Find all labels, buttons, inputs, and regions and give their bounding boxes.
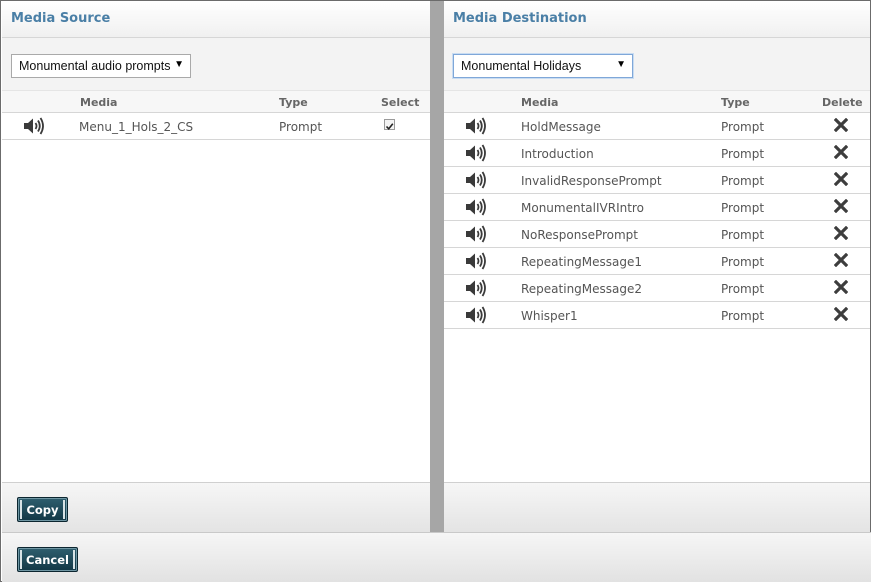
media-type: Prompt <box>721 174 765 188</box>
cancel-button-label: Cancel <box>26 553 69 567</box>
column-media: Media <box>521 96 559 109</box>
speaker-icon[interactable] <box>23 117 45 135</box>
speaker-icon[interactable] <box>465 198 487 216</box>
media-destination-select-value: Monumental Holidays <box>461 59 582 73</box>
table-row[interactable]: HoldMessage Prompt <box>444 113 870 140</box>
media-type: Prompt <box>721 228 765 242</box>
speaker-icon[interactable] <box>465 117 487 135</box>
media-destination-footer <box>444 482 870 532</box>
media-destination-panel: Media Destination Monumental Holidays ▼ … <box>444 1 870 532</box>
media-name: InvalidResponsePrompt <box>521 174 662 188</box>
media-destination-select-area: Monumental Holidays ▼ <box>444 38 870 90</box>
table-row[interactable]: RepeatingMessage1 Prompt <box>444 248 870 275</box>
media-destination-select[interactable]: Monumental Holidays ▼ <box>453 54 633 78</box>
column-type: Type <box>279 96 308 109</box>
dropdown-arrow-icon: ▼ <box>616 59 626 70</box>
column-type: Type <box>721 96 750 109</box>
media-type: Prompt <box>721 282 765 296</box>
media-name: Introduction <box>521 147 594 161</box>
table-row[interactable]: Whisper1 Prompt <box>444 302 870 329</box>
delete-x-icon[interactable] <box>833 225 849 241</box>
speaker-icon[interactable] <box>465 225 487 243</box>
media-source-select-area: Monumental audio prompts ▼ <box>2 38 430 90</box>
media-type: Prompt <box>721 309 765 323</box>
delete-x-icon[interactable] <box>833 198 849 214</box>
delete-x-icon[interactable] <box>833 279 849 295</box>
media-name: RepeatingMessage1 <box>521 255 643 269</box>
column-select: Select <box>381 96 420 109</box>
column-delete: Delete <box>822 96 863 109</box>
media-name: NoResponsePrompt <box>521 228 638 242</box>
dialog-footer: Cancel <box>2 532 871 582</box>
speaker-icon[interactable] <box>465 306 487 324</box>
media-destination-header: Media Destination <box>444 1 870 38</box>
media-source-header: Media Source <box>2 1 430 38</box>
media-destination-title: Media Destination <box>453 11 587 26</box>
media-type: Prompt <box>721 147 765 161</box>
copy-button-label: Copy <box>26 503 59 517</box>
delete-x-icon[interactable] <box>833 252 849 268</box>
delete-x-icon[interactable] <box>833 306 849 322</box>
media-destination-rows: HoldMessage Prompt Introduction Prompt Inval… <box>444 113 870 329</box>
table-row[interactable]: Introduction Prompt <box>444 140 870 167</box>
table-row[interactable]: Menu_1_Hols_2_CS Prompt <box>2 113 430 140</box>
media-source-footer: Copy <box>2 482 430 532</box>
speaker-icon[interactable] <box>465 171 487 189</box>
speaker-icon[interactable] <box>465 279 487 297</box>
media-name: HoldMessage <box>521 120 601 134</box>
panel-divider[interactable] <box>430 1 444 532</box>
column-media: Media <box>80 96 118 109</box>
media-type: Prompt <box>721 120 765 134</box>
media-source-select-value: Monumental audio prompts <box>19 59 171 73</box>
media-source-rows: Menu_1_Hols_2_CS Prompt <box>2 113 430 140</box>
cancel-button[interactable]: Cancel <box>17 547 78 572</box>
delete-x-icon[interactable] <box>833 117 849 133</box>
media-name: Whisper1 <box>521 309 578 323</box>
media-type: Prompt <box>721 255 765 269</box>
select-checkbox[interactable] <box>384 119 395 131</box>
media-source-select[interactable]: Monumental audio prompts ▼ <box>11 54 191 78</box>
media-copy-dialog: Media Source Monumental audio prompts ▼ … <box>0 0 871 582</box>
table-row[interactable]: InvalidResponsePrompt Prompt <box>444 167 870 194</box>
media-source-title: Media Source <box>11 11 111 26</box>
media-type: Prompt <box>279 120 323 134</box>
media-source-table-header: Media Type Select <box>2 90 430 113</box>
delete-x-icon[interactable] <box>833 144 849 160</box>
table-row[interactable]: MonumentalIVRIntro Prompt <box>444 194 870 221</box>
media-source-panel: Media Source Monumental audio prompts ▼ … <box>2 1 430 532</box>
table-row[interactable]: RepeatingMessage2 Prompt <box>444 275 870 302</box>
media-name: MonumentalIVRIntro <box>521 201 644 215</box>
media-destination-table-header: Media Type Delete <box>444 90 870 113</box>
delete-x-icon[interactable] <box>833 171 849 187</box>
dropdown-arrow-icon: ▼ <box>174 59 184 70</box>
media-name: Menu_1_Hols_2_CS <box>79 120 194 134</box>
speaker-icon[interactable] <box>465 252 487 270</box>
table-row[interactable]: NoResponsePrompt Prompt <box>444 221 870 248</box>
copy-button[interactable]: Copy <box>17 497 68 522</box>
speaker-icon[interactable] <box>465 144 487 162</box>
media-name: RepeatingMessage2 <box>521 282 643 296</box>
media-type: Prompt <box>721 201 765 215</box>
